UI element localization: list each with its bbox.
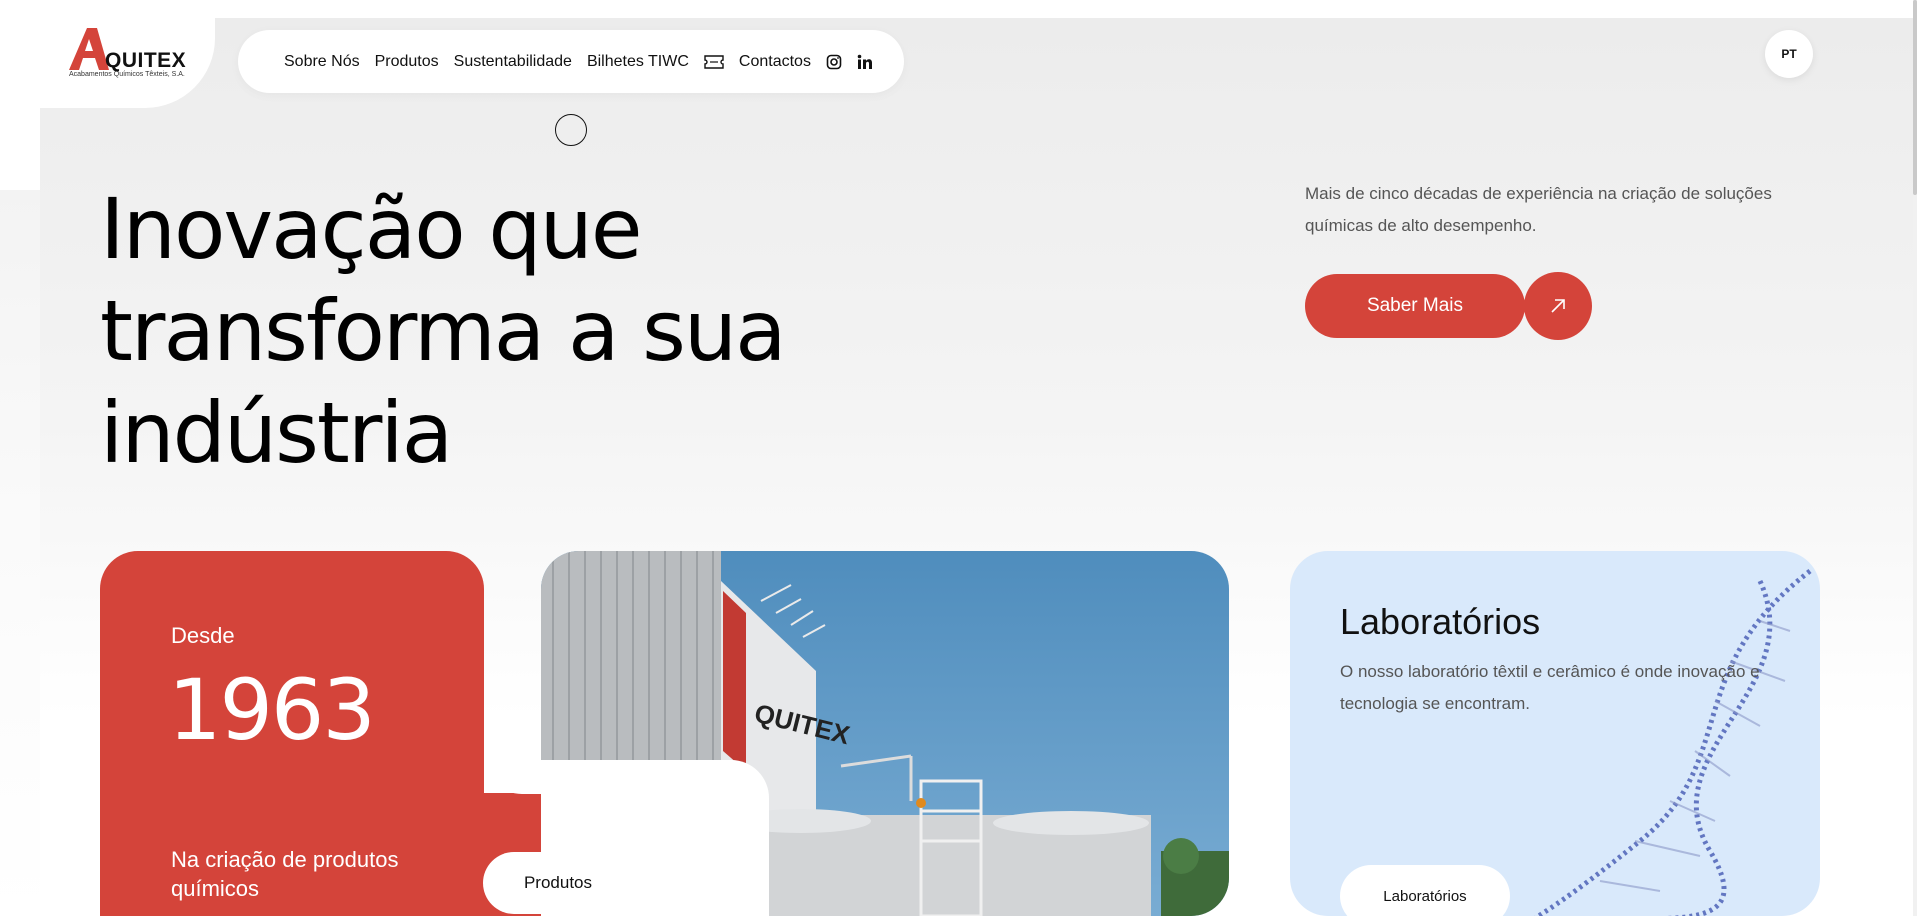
- scrollbar-thumb[interactable]: [1913, 0, 1917, 195]
- nav-item-produtos[interactable]: Produtos: [375, 53, 439, 71]
- produtos-button[interactable]: Produtos: [483, 852, 633, 914]
- instagram-icon[interactable]: [826, 54, 842, 70]
- cursor-ring: [555, 114, 587, 146]
- headline-line-2: transforma a sua: [100, 282, 787, 380]
- nav-item-bilhetes-tiwc[interactable]: Bilhetes TIWC: [587, 53, 689, 71]
- since-label: Desde: [171, 623, 235, 648]
- company-logo[interactable]: QUITEX Acabamentos Químicos Têxteis, S.A…: [67, 26, 187, 84]
- main-navigation: Sobre Nós Produtos Sustentabilidade Bilh…: [238, 30, 904, 93]
- arrow-up-right-icon[interactable]: [1524, 272, 1592, 340]
- hero-intro-text: Mais de cinco décadas de experiência na …: [1305, 184, 1772, 235]
- laboratorios-description: O nosso laboratório têxtil e cerâmico é …: [1340, 662, 1760, 713]
- linkedin-icon[interactable]: [857, 54, 873, 70]
- nav-item-sobre-nos[interactable]: Sobre Nós: [284, 53, 360, 71]
- laboratorios-card: Laboratórios O nosso laboratório têxtil …: [1290, 551, 1820, 916]
- since-tagline: Na criação de produtos químicos: [171, 847, 399, 901]
- logo-wordmark: QUITEX: [105, 49, 187, 72]
- logo-tagline: Acabamentos Químicos Têxteis, S.A.: [69, 71, 185, 78]
- laboratorios-button[interactable]: Laboratórios: [1340, 865, 1510, 916]
- laboratorios-title: Laboratórios: [1340, 601, 1541, 642]
- headline-line-3: indústria: [100, 384, 453, 482]
- hero-headline: Inovação que transforma a sua indústria: [100, 178, 860, 484]
- nav-item-sustentabilidade[interactable]: Sustentabilidade: [454, 53, 572, 71]
- nav-item-contactos[interactable]: Contactos: [739, 53, 811, 71]
- since-year: 1963: [168, 661, 376, 759]
- headline-line-1: Inovação que: [100, 180, 643, 278]
- saber-mais-button[interactable]: Saber Mais: [1305, 274, 1525, 338]
- ticket-icon[interactable]: [704, 54, 724, 69]
- language-switcher[interactable]: PT: [1765, 30, 1813, 78]
